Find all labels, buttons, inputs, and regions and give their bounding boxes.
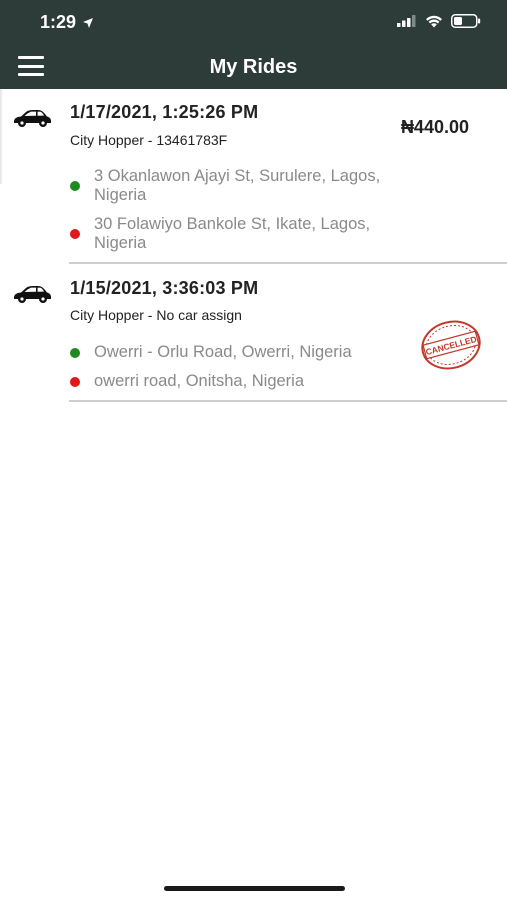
dropoff-address: owerri road, Onitsha, Nigeria — [94, 372, 305, 390]
ride-fare: ₦440.00 — [400, 117, 469, 137]
status-icons — [397, 14, 481, 28]
page-title: My Rides — [209, 56, 298, 78]
cellular-signal-icon — [397, 15, 416, 27]
dropoff-location: owerri road, Onitsha, Nigeria — [70, 372, 400, 394]
car-icon — [14, 110, 51, 127]
wifi-icon — [426, 15, 442, 27]
ride-card[interactable]: 1/17/2021, 1:25:26 PM City Hopper - 1346… — [0, 89, 507, 267]
car-icon — [14, 286, 51, 303]
dropoff-address: 30 Folawiyo Bankole St, Ikate, Lagos, Ni… — [94, 215, 371, 252]
ride-divider — [69, 400, 507, 402]
dropoff-location: 30 Folawiyo Bankole St, Ikate, Lagos, Ni… — [70, 215, 400, 255]
home-indicator[interactable] — [164, 886, 345, 891]
ride-divider — [69, 262, 507, 264]
pickup-address: 3 Okanlawon Ajayi St, Surulere, Lagos, N… — [94, 167, 381, 204]
pickup-dot-icon — [70, 181, 80, 191]
cancelled-stamp: CANCELLED — [421, 320, 481, 370]
pickup-dot-icon — [70, 348, 80, 358]
ride-vehicle: City Hopper - No car assign — [70, 307, 242, 323]
status-time-text: 1:29 — [40, 12, 77, 32]
dropoff-dot-icon — [70, 377, 80, 387]
location-arrow-icon — [83, 17, 94, 28]
ride-vehicle: City Hopper - 13461783F — [70, 132, 228, 148]
pickup-location: Owerri - Orlu Road, Owerri, Nigeria — [70, 343, 400, 365]
ride-datetime: 1/15/2021, 3:36:03 PM — [70, 278, 259, 298]
status-bar-time: 1:29 — [40, 12, 94, 33]
pickup-address: Owerri - Orlu Road, Owerri, Nigeria — [94, 343, 352, 361]
dropoff-dot-icon — [70, 229, 80, 239]
pickup-location: 3 Okanlawon Ajayi St, Surulere, Lagos, N… — [70, 167, 400, 207]
battery-icon — [451, 14, 481, 28]
app-header: 1:29 My Rides — [0, 0, 507, 89]
ride-card[interactable]: 1/15/2021, 3:36:03 PM City Hopper - No c… — [0, 267, 507, 407]
ride-datetime: 1/17/2021, 1:25:26 PM — [70, 102, 259, 122]
